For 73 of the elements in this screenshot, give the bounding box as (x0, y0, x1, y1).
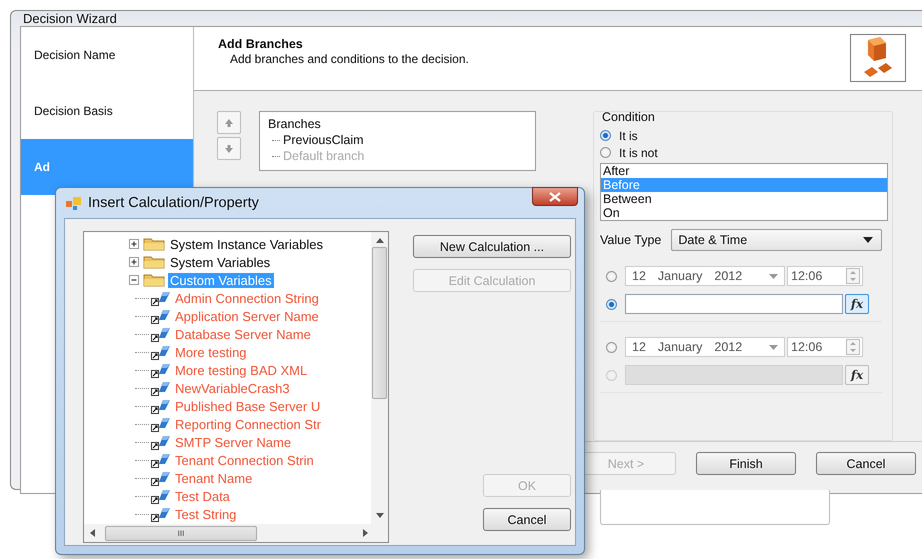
step-item[interactable]: Decision Name (21, 27, 193, 83)
variable-icon (151, 506, 171, 522)
wizard-button[interactable]: Finish (696, 452, 796, 475)
variable-icon (151, 344, 171, 360)
tree-item[interactable]: System Variables (168, 254, 272, 270)
value-type-dropdown[interactable]: Date & Time (671, 229, 882, 251)
cubes-icon (850, 34, 906, 82)
list-item[interactable]: Between (601, 192, 887, 206)
variable-icon (151, 362, 171, 378)
variable-icon (151, 398, 171, 414)
folder-icon (143, 273, 165, 287)
radio-button[interactable] (600, 130, 611, 141)
caret-icon (863, 237, 873, 243)
radio-label: It is not (619, 146, 658, 160)
wizard-button[interactable]: Cancel (816, 452, 916, 475)
expression-field[interactable] (625, 294, 843, 314)
spinner-icon (846, 268, 860, 284)
close-icon (549, 192, 561, 202)
window-title: Decision Wizard (23, 11, 117, 26)
variable-icon (151, 308, 171, 324)
down-arrow-icon (224, 144, 234, 154)
expand-icon[interactable] (129, 238, 140, 250)
move-down-button[interactable] (217, 137, 241, 160)
time-picker[interactable]: 12:06 (787, 337, 863, 357)
horizontal-scrollbar[interactable]: III (84, 524, 388, 542)
up-arrow-icon (224, 118, 234, 128)
caret-icon (769, 344, 778, 350)
variable-icon (151, 416, 171, 432)
date-picker[interactable]: 12 January 2012 (625, 337, 785, 357)
variable-icon (151, 488, 171, 504)
variable-icon (151, 470, 171, 486)
scroll-left-icon[interactable] (90, 529, 95, 537)
spinner-icon (846, 339, 860, 355)
scroll-down-icon[interactable] (376, 513, 384, 518)
variable-icon (151, 380, 171, 396)
close-button[interactable] (532, 187, 578, 206)
move-up-button[interactable] (217, 111, 241, 134)
folder-icon (143, 237, 165, 251)
list-item[interactable]: On (601, 206, 887, 220)
expand-icon[interactable] (129, 256, 140, 268)
dialog-button[interactable]: Cancel (483, 508, 571, 531)
tree-item[interactable]: PreviousClaim (283, 132, 364, 148)
scroll-right-icon[interactable] (363, 529, 368, 537)
variable-icon (151, 452, 171, 468)
radio-button[interactable] (606, 342, 617, 352)
formula-button[interactable]: fx (845, 294, 869, 314)
dialog-title: Insert Calculation/Property (88, 195, 259, 211)
radio-label: It is (619, 128, 638, 142)
date-picker[interactable]: 12 January 2012 (625, 266, 785, 286)
window-icon (66, 196, 82, 210)
tree-item[interactable]: Branches (268, 116, 535, 132)
formula-button[interactable]: fx (845, 365, 869, 385)
caret-icon (769, 274, 778, 278)
page-subtitle: Add branches and conditions to the decision. (229, 52, 469, 66)
step-item[interactable]: Decision Basis (21, 83, 193, 139)
variable-icon (151, 326, 171, 342)
radio-button[interactable] (606, 270, 617, 282)
dialog-button[interactable]: New Calculation ... (413, 235, 571, 258)
time-picker[interactable]: 12:06 (787, 266, 863, 286)
vertical-scrollbar[interactable] (371, 232, 388, 524)
radio-button[interactable] (600, 147, 611, 158)
value-type-label: Value Type (600, 233, 662, 247)
radio-button[interactable] (606, 298, 617, 310)
collapse-icon[interactable] (129, 274, 140, 286)
list-item[interactable]: After (601, 164, 887, 178)
group-title: Condition (602, 110, 656, 124)
tree-item[interactable]: System Instance Variables (168, 236, 325, 252)
variable-icon (151, 434, 171, 450)
scroll-up-icon[interactable] (376, 238, 384, 243)
folder-icon (143, 255, 165, 269)
page-title: Add Branches (218, 37, 304, 51)
variable-icon (151, 290, 171, 306)
scroll-thumb[interactable]: III (105, 526, 257, 540)
